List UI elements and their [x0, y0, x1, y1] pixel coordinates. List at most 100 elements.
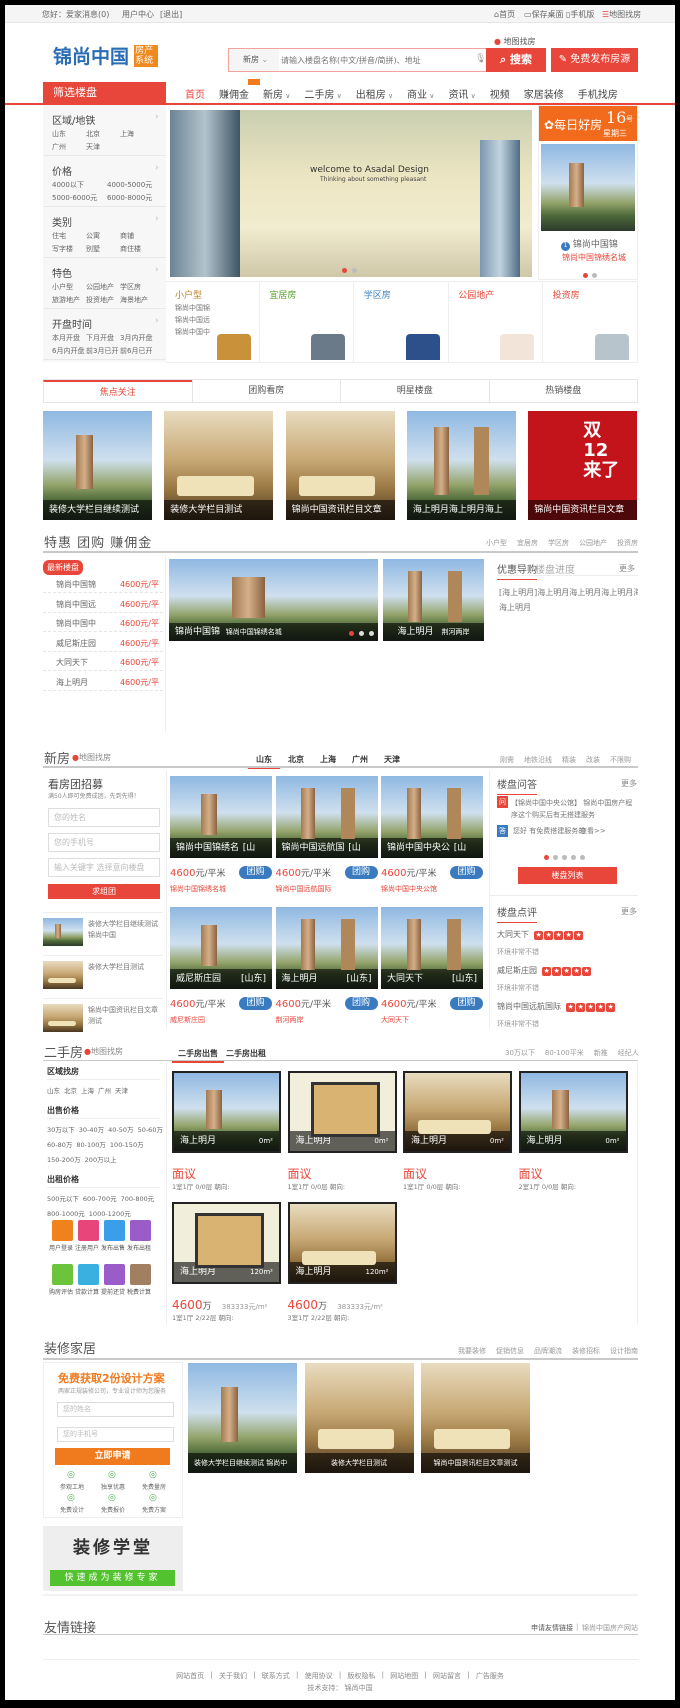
decor-card[interactable]: 装修大学栏目继续测试 锦尚中国 [188, 1363, 297, 1473]
nav-item[interactable]: 二手房 ∨ [297, 86, 348, 101]
footer-link[interactable]: 联系方式 [262, 1671, 290, 1681]
recruit-phone-input[interactable]: 您的手机号 [48, 833, 160, 852]
tab-progress[interactable]: 楼盘进度 [535, 561, 575, 576]
slider-dot-1[interactable] [349, 631, 354, 636]
secondhand-filter-link[interactable]: 经纪人 [618, 1048, 639, 1058]
filter-link[interactable]: 商住楼 [120, 244, 141, 254]
newhomes-filter-link[interactable]: 精装 [562, 755, 576, 765]
filter-link[interactable]: 前3月已开 [86, 346, 118, 356]
home-link[interactable]: ⌂首页 [494, 9, 515, 20]
logo[interactable]: 锦尚中国 房产系统 [53, 42, 159, 69]
filter-link[interactable]: 北京 [86, 129, 100, 139]
article-item[interactable]: 装修大学栏目继续测试 锦尚中国 [43, 912, 163, 950]
secondhand-filter-option[interactable]: 北京 [64, 1085, 77, 1095]
secondhand-filter-option[interactable]: 80-100万 [76, 1139, 106, 1149]
secondhand-filter-option[interactable]: 700-800元 [121, 1193, 155, 1203]
secondhand-filter-option[interactable]: 50-60万 [138, 1124, 163, 1134]
service-link[interactable]: 免费量房 [142, 1482, 166, 1491]
filter-link[interactable]: 6000-8000元 [107, 193, 152, 203]
category-card[interactable]: 学区房 [355, 282, 449, 362]
listing-image[interactable]: 海上明月 120m² [172, 1202, 281, 1284]
latest-list-item[interactable]: 海上明月 4600元/平 [43, 672, 163, 691]
tool-icon[interactable] [130, 1264, 151, 1285]
footer-link[interactable]: 版权隐私 [347, 1671, 375, 1681]
project-link[interactable]: 锦尚中国锦绣名城 [170, 884, 226, 894]
filter-link[interactable]: 投资地产 [86, 295, 114, 305]
secondhand-filter-option[interactable]: 100-150万 [110, 1139, 144, 1149]
deals-filter-link[interactable]: 宜居房 [517, 538, 538, 548]
secondhand-filter-option[interactable]: 天津 [115, 1085, 128, 1095]
decor-link[interactable]: 促销信息 [496, 1346, 524, 1356]
category-link[interactable]: 锦尚中国中 [175, 327, 210, 337]
filter-link[interactable]: 本月开盘 [52, 333, 80, 343]
tool-label[interactable]: 发布出售 [101, 1243, 125, 1252]
design-phone-input[interactable]: 您的手机号 [57, 1427, 174, 1442]
qa-dot-1[interactable] [544, 855, 549, 860]
focus-card[interactable]: 装修大学栏目测试 [164, 411, 274, 520]
mobile-link[interactable]: ▯手机版 [566, 9, 594, 20]
latest-list-item[interactable]: 锦尚中国远 4600元/平 [43, 594, 163, 613]
nav-item[interactable]: 出租房 ∨ [349, 86, 400, 101]
category-card[interactable]: 公园地产 [449, 282, 544, 362]
project-card-image[interactable]: 大同天下 [山东] [381, 907, 483, 989]
tab-focus[interactable]: 焦点关注 [43, 380, 192, 402]
deals-filter-link[interactable]: 小户型 [486, 538, 507, 548]
project-card-image[interactable]: 威尼斯庄园 [山东] [170, 907, 272, 989]
secondhand-filter-option[interactable]: 30万以下 [47, 1124, 75, 1134]
filter-link[interactable]: 山东 [52, 129, 66, 139]
decor-school-banner[interactable]: 装修学堂 快速成为装修专家 [43, 1526, 183, 1591]
filter-link[interactable]: 广州 [52, 142, 66, 152]
recruit-name-input[interactable]: 您的姓名 [48, 808, 160, 827]
qa-dot-5[interactable] [580, 855, 585, 860]
chevron-right-icon[interactable]: › [155, 316, 159, 326]
save-desktop-link[interactable]: ▭保存桌面 [524, 9, 564, 20]
tool-label[interactable]: 用户登录 [49, 1243, 73, 1252]
nav-item[interactable]: 新房 ∨ [256, 86, 297, 101]
service-link[interactable]: 独享优惠 [101, 1482, 125, 1491]
review-item[interactable]: 大同天下 ★ ★ ★ ★ ★ 环境非常不错 [497, 922, 584, 957]
secondhand-filter-option[interactable]: 广州 [98, 1085, 111, 1095]
footer-link[interactable]: 广告服务 [476, 1671, 504, 1681]
newhomes-filter-link[interactable]: 不限购 [610, 755, 631, 765]
decor-card[interactable]: 装修大学栏目测试 [304, 1363, 414, 1473]
focus-card[interactable]: 装修大学栏目继续测试 [43, 411, 152, 520]
listing-image[interactable]: 海上明月 0m² [287, 1071, 397, 1153]
latest-list-item[interactable]: 锦尚中国中 4600元/平 [43, 613, 163, 632]
filter-link[interactable]: 前6月已开 [120, 346, 152, 356]
filter-link[interactable]: 天津 [86, 142, 100, 152]
listing-image[interactable]: 海上明月 0m² [172, 1071, 281, 1153]
decor-link[interactable]: 我要装修 [458, 1346, 486, 1356]
project-card-image[interactable]: 海上明月 [山东] [275, 907, 378, 989]
filter-link[interactable]: 6月内开盘 [52, 346, 84, 356]
footer-link[interactable]: 关于我们 [219, 1671, 247, 1681]
filter-link[interactable]: 旅游地产 [52, 295, 80, 305]
tab-focus[interactable]: 明星楼盘 [340, 380, 489, 402]
search-input[interactable] [281, 49, 481, 71]
service-link[interactable]: 参观工地 [60, 1482, 84, 1491]
service-link[interactable]: 免费方案 [142, 1505, 166, 1514]
project-link[interactable]: 威尼斯庄园 [170, 1015, 205, 1025]
tool-icon[interactable] [52, 1220, 73, 1241]
hero-banner[interactable]: welcome to Asadal Design Thinking about … [170, 110, 532, 277]
daily-subtitle[interactable]: 锦尚中国锦绣名城 [562, 252, 626, 263]
group-buy-button[interactable]: 团购 [239, 997, 272, 1010]
nav-item[interactable]: 商业 ∨ [400, 86, 441, 101]
decor-link[interactable]: 品牌潮流 [534, 1346, 562, 1356]
guide-text[interactable]: [海上明月]海上明月海上明月海上明月海上明 [499, 587, 638, 598]
deals-side-image[interactable]: 海上明月 荆河两岸 [383, 559, 484, 641]
guide-more-link[interactable]: 更多 [619, 563, 635, 574]
daily-dot-1[interactable] [583, 273, 588, 278]
filter-link[interactable]: 3月内开盘 [120, 333, 152, 343]
header-map-link[interactable]: ● 地图找房 [494, 36, 536, 47]
category-link[interactable]: 锦尚中国远 [175, 315, 210, 325]
apply-now-button[interactable]: 立即申请 [55, 1448, 170, 1465]
guide-text-2[interactable]: 海上明月 [499, 602, 531, 613]
join-group-button[interactable]: 求组团 [48, 884, 160, 899]
project-list-button[interactable]: 楼盘列表 [518, 867, 617, 884]
tool-icon[interactable] [52, 1264, 73, 1285]
listing-image[interactable]: 海上明月 0m² [518, 1071, 628, 1153]
footer-link[interactable]: 网站地图 [390, 1671, 418, 1681]
project-link[interactable]: 大同天下 [381, 1015, 409, 1025]
recruit-keyword-input[interactable]: 输入关键字 选择意向楼盘 [48, 858, 160, 877]
secondhand-filter-link[interactable]: 30万以下 [505, 1048, 535, 1058]
